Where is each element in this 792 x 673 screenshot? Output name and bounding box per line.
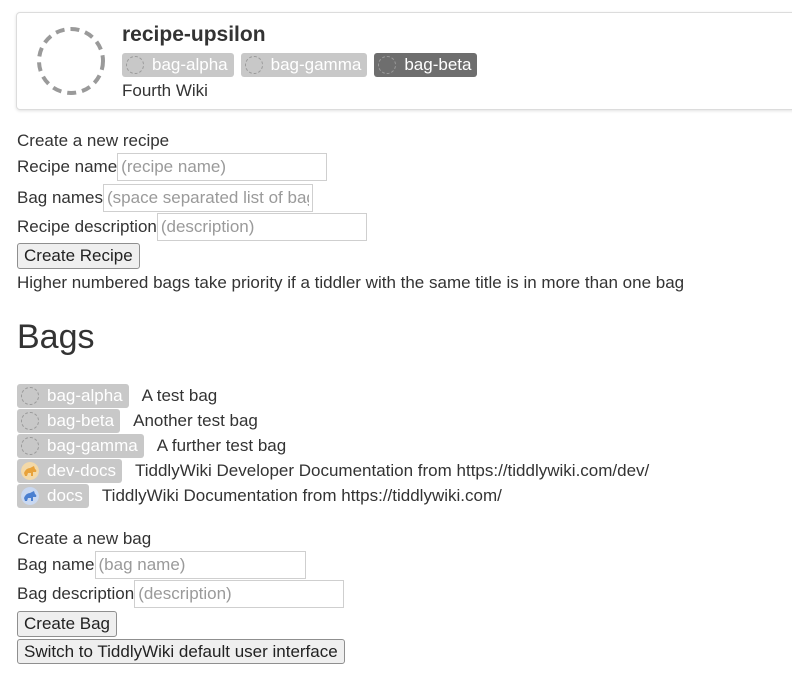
bag-pill[interactable]: bag-gamma: [17, 433, 144, 458]
bag-pill[interactable]: bag-alpha: [17, 383, 129, 408]
bag-label: bag-alpha: [47, 385, 123, 405]
bag-label: bag-beta: [47, 410, 115, 430]
bag-pill[interactable]: bag-beta: [17, 408, 121, 433]
bag-list: bag-alpha A test bag bag-beta Another te…: [17, 383, 649, 508]
bag-name-row: Bag name: [17, 551, 306, 579]
bag-dashed-circle-icon: [126, 56, 144, 74]
create-bag-button[interactable]: Create Bag: [17, 611, 117, 637]
bag-names-input[interactable]: [103, 184, 313, 212]
bag-priority-note: Higher numbered bags take priority if a …: [17, 273, 685, 292]
recipe-bag-label: bag-gamma: [270, 55, 362, 74]
recipe-bag-list: bag-alpha bag-gamma bag-beta: [122, 53, 478, 77]
bag-description: Another test bag: [133, 410, 258, 430]
bag-label: bag-gamma: [47, 435, 138, 455]
bag-pill[interactable]: dev-docs: [17, 458, 122, 483]
bag-description: A test bag: [141, 385, 218, 405]
recipe-name-label: Recipe name: [17, 157, 118, 176]
recipe-name-input[interactable]: [117, 153, 328, 181]
bag-name-input[interactable]: [94, 551, 306, 579]
recipe-bag-pill[interactable]: bag-alpha: [122, 53, 234, 77]
bag-description: A further test bag: [156, 435, 287, 455]
create-recipe-heading: Create a new recipe: [17, 131, 170, 150]
recipe-description: Fourth Wiki: [122, 81, 208, 100]
bag-description-row: Bag description: [17, 580, 345, 608]
recipe-title[interactable]: recipe-upsilon: [122, 23, 266, 47]
recipe-avatar-icon: [37, 27, 105, 95]
bag-pill[interactable]: docs: [17, 483, 89, 508]
recipe-bag-pill[interactable]: bag-beta: [374, 53, 478, 77]
bag-name-label: Bag name: [17, 555, 95, 574]
bag-description-label: Bag description: [17, 584, 135, 603]
recipe-card[interactable]: recipe-upsilon bag-alpha bag-gamma bag-b…: [16, 12, 792, 110]
bag-dashed-circle-icon: [378, 56, 397, 74]
dashed-circle-icon: [21, 386, 39, 405]
recipe-bag-pill[interactable]: bag-gamma: [240, 53, 368, 77]
create-recipe-button[interactable]: Create Recipe: [17, 243, 140, 269]
dashed-circle-icon: [21, 411, 39, 430]
recipe-bag-label: bag-alpha: [152, 55, 228, 74]
bag-label: dev-docs: [47, 460, 116, 480]
bag-dashed-circle-icon: [244, 56, 263, 74]
bags-heading: Bags: [17, 318, 95, 356]
recipe-description-label: Recipe description: [17, 217, 157, 236]
recipe-bag-label: bag-beta: [404, 55, 472, 74]
blue-motovun-jack-icon: [21, 486, 39, 505]
bag-names-label: Bag names: [17, 188, 103, 207]
bag-list-item: bag-alpha A test bag: [17, 383, 649, 408]
bag-list-item: bag-gamma A further test bag: [17, 433, 649, 458]
bag-description: TiddlyWiki Developer Documentation from …: [134, 460, 650, 480]
bag-label: docs: [47, 485, 83, 505]
bag-description: TiddlyWiki Documentation from https://ti…: [101, 485, 502, 505]
dashed-circle-icon: [21, 436, 39, 455]
switch-ui-button[interactable]: Switch to TiddlyWiki default user interf…: [17, 639, 345, 664]
create-bag-heading: Create a new bag: [17, 529, 152, 548]
recipe-description-row: Recipe description: [17, 213, 367, 241]
bag-list-item: dev-docs TiddlyWiki Developer Documentat…: [17, 458, 649, 483]
recipe-name-row: Recipe name: [17, 153, 328, 181]
bag-list-item: bag-beta Another test bag: [17, 408, 649, 433]
bag-list-item: docs TiddlyWiki Documentation from https…: [17, 483, 649, 508]
bag-description-input[interactable]: [134, 580, 345, 608]
bag-names-row: Bag names: [17, 184, 313, 212]
recipe-description-input[interactable]: [156, 213, 367, 241]
orange-motovun-jack-icon: [21, 461, 39, 480]
